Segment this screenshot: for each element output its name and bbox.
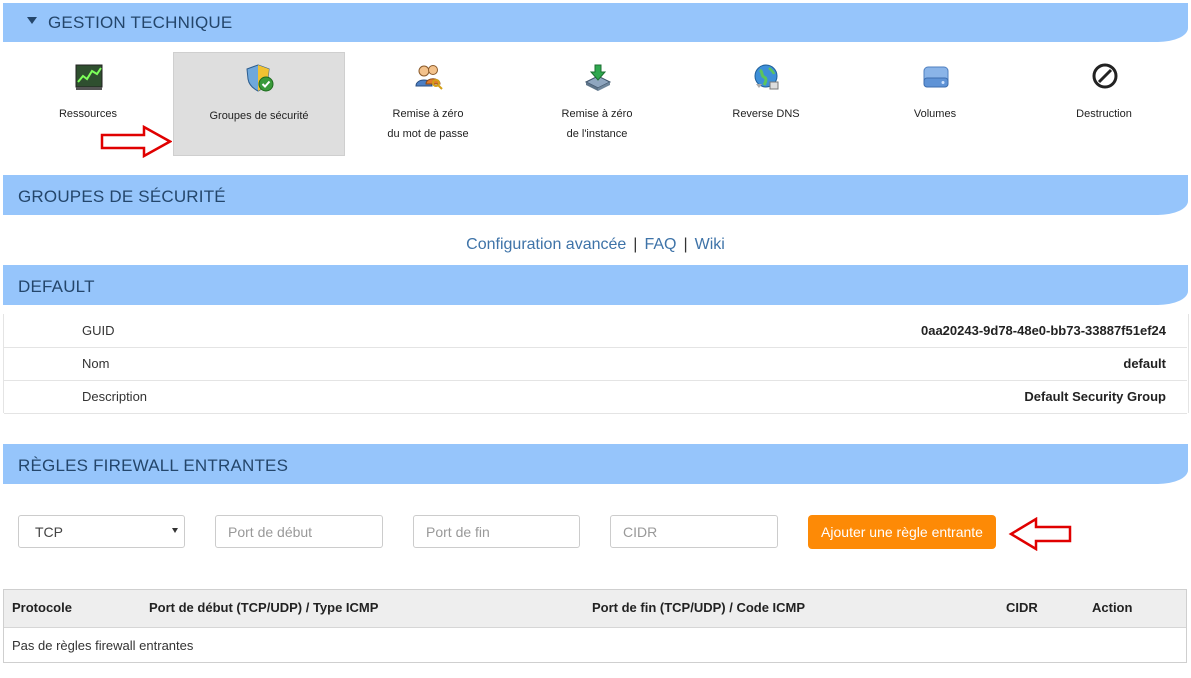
security-shield-icon [246,64,274,92]
column-header-action: Action [1092,600,1133,615]
detail-value: 0aa20243-9d78-48e0-bb73-33887f51ef24 [920,323,1166,338]
add-inbound-rule-button[interactable]: Ajouter une règle entrante [808,515,996,549]
port-end-input[interactable] [413,515,580,548]
resources-chart-icon [75,64,103,90]
table-header: Protocole Port de début (TCP/UDP) / Type… [4,590,1186,628]
protocol-selected-value: TCP [35,524,63,540]
column-header-port-fin: Port de fin (TCP/UDP) / Code ICMP [592,600,806,615]
section-title: GESTION TECHNIQUE [48,13,233,32]
disk-volume-icon [923,66,949,88]
section-header-gestion-technique[interactable]: GESTION TECHNIQUE [3,3,1188,42]
tool-groupes-securite[interactable]: Groupes de sécurité [173,52,345,156]
tool-destruction[interactable]: Destruction [1019,52,1189,154]
annotation-arrow-right-icon [100,125,172,158]
users-key-icon [415,65,443,90]
section-header-groupes-securite: GROUPES DE SÉCURITÉ [3,175,1188,215]
annotation-arrow-left-icon [1008,517,1072,551]
section-header-regles-firewall: RÈGLES FIREWALL ENTRANTES [3,444,1188,484]
tool-label: Groupes de sécurité [209,110,309,122]
link-configuration-avancee[interactable]: Configuration avancée [466,236,626,253]
detail-key: Description [82,389,148,404]
detail-key: Nom [82,356,110,371]
protocol-select[interactable]: TCP [18,515,185,548]
instance-reset-icon [584,64,612,91]
detail-value: Default Security Group [1024,389,1166,404]
section-title: DEFAULT [18,277,95,296]
table-empty-message: Pas de règles firewall entrantes [12,638,194,653]
detail-row-description: Description Default Security Group [4,380,1187,414]
tool-reverse-dns[interactable]: Reverse DNS [681,52,851,154]
detail-key: GUID [82,323,115,338]
link-separator: | [633,236,638,253]
column-header-protocole: Protocole [12,600,72,615]
cidr-input[interactable] [610,515,778,548]
chevron-down-icon [172,528,178,533]
help-links: Configuration avancée | FAQ | Wiki [0,236,1191,254]
tool-label: Destruction [1076,108,1132,120]
detail-value: default [1123,356,1166,371]
column-header-port-debut: Port de début (TCP/UDP) / Type ICMP [149,600,379,615]
tool-label: Remise à zéro du mot de passe [387,108,469,140]
tool-volumes[interactable]: Volumes [850,52,1020,154]
firewall-rules-table: Protocole Port de début (TCP/UDP) / Type… [3,589,1187,663]
tool-label: Remise à zéro de l'instance [561,108,633,140]
column-header-cidr: CIDR [1006,600,1038,615]
detail-row-guid: GUID 0aa20243-9d78-48e0-bb73-33887f51ef2… [4,314,1187,348]
section-title: RÈGLES FIREWALL ENTRANTES [18,456,289,475]
tool-remise-zero-mot-de-passe[interactable]: Remise à zéro du mot de passe [343,52,513,154]
link-wiki[interactable]: Wiki [695,236,725,253]
tool-label: Ressources [58,108,118,120]
section-title: GROUPES DE SÉCURITÉ [18,187,226,206]
tool-label: Reverse DNS [732,108,800,120]
tool-remise-zero-instance[interactable]: Remise à zéro de l'instance [512,52,682,154]
link-separator: | [683,236,688,253]
globe-dns-icon [754,64,779,90]
destroy-icon [1092,63,1118,89]
port-start-input[interactable] [215,515,383,548]
caret-down-icon [27,17,37,24]
link-faq[interactable]: FAQ [644,236,676,253]
tool-label: Volumes [913,108,957,120]
detail-row-nom: Nom default [4,347,1187,381]
section-header-default: DEFAULT [3,265,1188,305]
